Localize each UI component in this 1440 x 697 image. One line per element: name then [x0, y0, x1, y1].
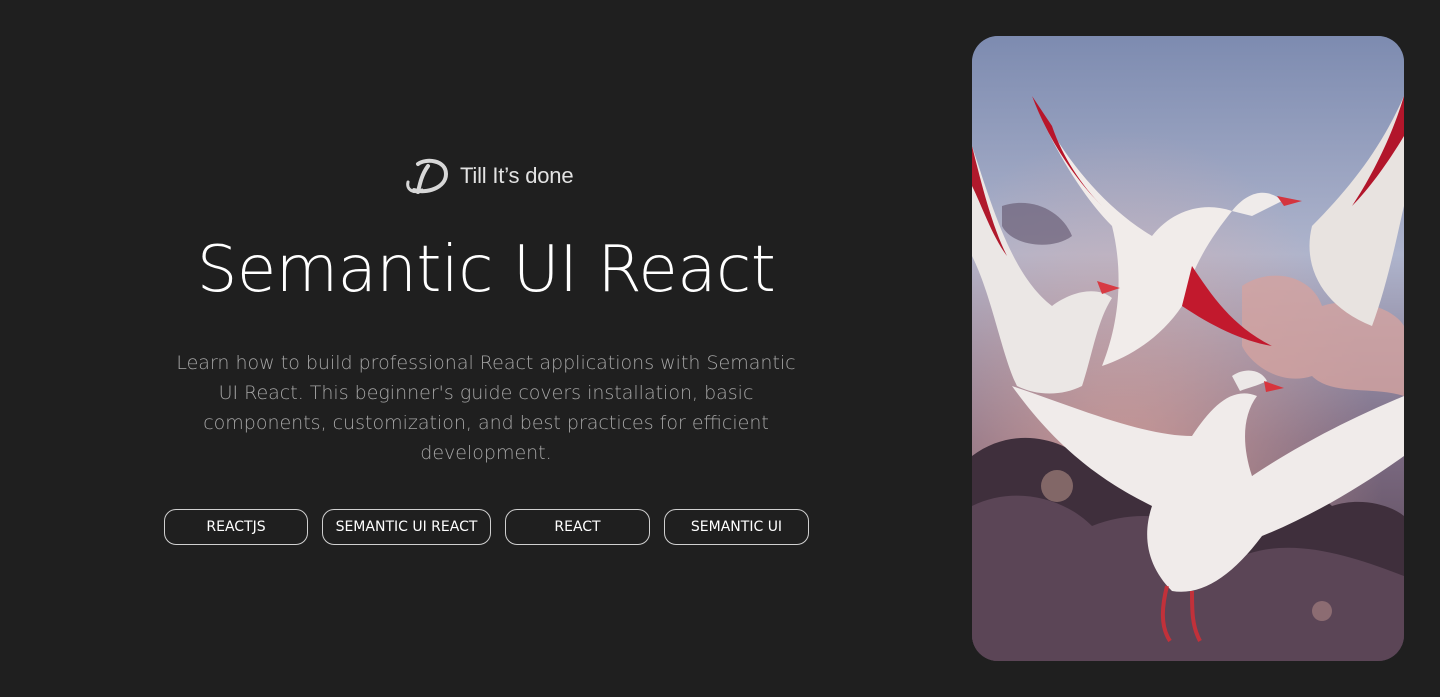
dove-illustration	[972, 36, 1404, 661]
hero-image	[972, 36, 1404, 661]
page-description: Learn how to build professional React ap…	[176, 352, 796, 464]
tag-list: REACTJS SEMANTIC UI REACT REACT SEMANTIC…	[164, 509, 809, 545]
tag-reactjs[interactable]: REACTJS	[164, 509, 308, 545]
brand-name: Till It’s done	[460, 163, 574, 188]
page-title: Semantic UI React	[196, 233, 776, 307]
tag-semantic-ui[interactable]: SEMANTIC UI	[664, 509, 809, 545]
tag-semantic-ui-react[interactable]: SEMANTIC UI REACT	[322, 509, 491, 545]
brand[interactable]: Till It’s done	[404, 154, 574, 198]
tag-react[interactable]: REACT	[505, 509, 650, 545]
stylized-d-icon	[404, 156, 452, 196]
